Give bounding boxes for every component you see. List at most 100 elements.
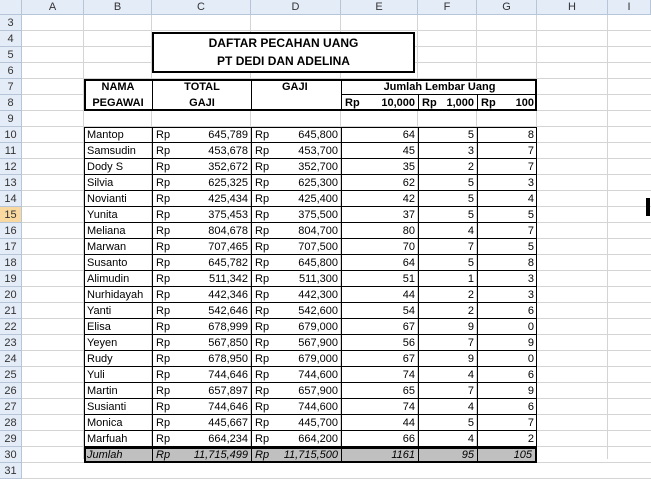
select-all-corner[interactable]: [0, 0, 22, 15]
split-bar[interactable]: [646, 198, 650, 216]
spreadsheet-grid[interactable]: ABCDEFGHI 3 4 5 6 7 8 9 10 11 12 13 14 15 16 17 18 19 20 2…: [0, 0, 651, 479]
total-gaji-value[interactable]: 442,346: [170, 287, 251, 303]
count-1000[interactable]: 3: [418, 143, 477, 159]
row-header-31[interactable]: 31: [0, 463, 22, 479]
gaji-rounded-value[interactable]: 453,700: [269, 143, 341, 159]
count-100[interactable]: 7: [477, 223, 537, 239]
total-gaji-value[interactable]: 645,782: [170, 255, 251, 271]
summary-gaji[interactable]: 11,715,500: [269, 448, 341, 462]
employee-name[interactable]: Alimudin: [84, 271, 152, 287]
total-gaji-value[interactable]: 678,950: [170, 351, 251, 367]
count-10000[interactable]: 80: [341, 223, 418, 239]
count-1000[interactable]: 7: [418, 239, 477, 255]
employee-name[interactable]: Silvia: [84, 175, 152, 191]
total-gaji-value[interactable]: 625,325: [170, 175, 251, 191]
count-10000[interactable]: 64: [341, 255, 418, 271]
count-10000[interactable]: 44: [341, 415, 418, 431]
count-100[interactable]: 8: [477, 127, 537, 143]
count-10000[interactable]: 62: [341, 175, 418, 191]
count-1000[interactable]: 5: [418, 175, 477, 191]
count-1000[interactable]: 7: [418, 335, 477, 351]
row-header-11[interactable]: 11: [0, 143, 22, 159]
employee-name[interactable]: Martin: [84, 383, 152, 399]
count-1000[interactable]: 5: [418, 255, 477, 271]
count-10000[interactable]: 44: [341, 287, 418, 303]
count-1000[interactable]: 5: [418, 415, 477, 431]
total-gaji-value[interactable]: 375,453: [170, 207, 251, 223]
employee-name[interactable]: Novianti: [84, 191, 152, 207]
column-header-b[interactable]: B: [84, 0, 152, 15]
total-gaji-value[interactable]: 744,646: [170, 367, 251, 383]
total-gaji-value[interactable]: 453,678: [170, 143, 251, 159]
count-100[interactable]: 6: [477, 367, 537, 383]
gaji-rounded-value[interactable]: 804,700: [269, 223, 341, 239]
row-header-9[interactable]: 9: [0, 111, 22, 127]
count-1000[interactable]: 4: [418, 367, 477, 383]
gaji-rounded-value[interactable]: 645,800: [269, 127, 341, 143]
column-header-g[interactable]: G: [477, 0, 537, 15]
count-100[interactable]: 5: [477, 207, 537, 223]
employee-name[interactable]: Yunita: [84, 207, 152, 223]
total-gaji-value[interactable]: 678,999: [170, 319, 251, 335]
count-10000[interactable]: 66: [341, 431, 418, 447]
gaji-rounded-value[interactable]: 679,000: [269, 319, 341, 335]
employee-name[interactable]: Yeyen: [84, 335, 152, 351]
row-header-3[interactable]: 3: [0, 15, 22, 31]
count-100[interactable]: 7: [477, 415, 537, 431]
row-header-16[interactable]: 16: [0, 223, 22, 239]
row-header-15[interactable]: 15: [0, 207, 22, 223]
employee-name[interactable]: Mantop: [84, 127, 152, 143]
employee-name[interactable]: Susanto: [84, 255, 152, 271]
count-1000[interactable]: 5: [418, 207, 477, 223]
gaji-rounded-value[interactable]: 352,700: [269, 159, 341, 175]
total-gaji-value[interactable]: 657,897: [170, 383, 251, 399]
gaji-rounded-value[interactable]: 567,900: [269, 335, 341, 351]
row-header-26[interactable]: 26: [0, 383, 22, 399]
count-1000[interactable]: 2: [418, 287, 477, 303]
gaji-rounded-value[interactable]: 645,800: [269, 255, 341, 271]
count-100[interactable]: 5: [477, 239, 537, 255]
row-header-24[interactable]: 24: [0, 351, 22, 367]
total-gaji-value[interactable]: 664,234: [170, 431, 251, 447]
count-10000[interactable]: 64: [341, 127, 418, 143]
total-gaji-value[interactable]: 567,850: [170, 335, 251, 351]
employee-name[interactable]: Samsudin: [84, 143, 152, 159]
employee-name[interactable]: Marwan: [84, 239, 152, 255]
column-header-d[interactable]: D: [251, 0, 341, 15]
total-gaji-value[interactable]: 425,434: [170, 191, 251, 207]
gaji-rounded-value[interactable]: 542,600: [269, 303, 341, 319]
count-10000[interactable]: 56: [341, 335, 418, 351]
count-10000[interactable]: 74: [341, 399, 418, 415]
count-1000[interactable]: 5: [418, 127, 477, 143]
employee-name[interactable]: Meliana: [84, 223, 152, 239]
employee-name[interactable]: Susianti: [84, 399, 152, 415]
count-100[interactable]: 9: [477, 383, 537, 399]
column-header-e[interactable]: E: [341, 0, 418, 15]
row-header-8[interactable]: 8: [0, 95, 22, 111]
column-header-a[interactable]: A: [22, 0, 84, 15]
count-1000[interactable]: 2: [418, 159, 477, 175]
total-gaji-value[interactable]: 352,672: [170, 159, 251, 175]
count-100[interactable]: 6: [477, 303, 537, 319]
summary-count-10000[interactable]: 1161: [341, 448, 418, 462]
count-100[interactable]: 3: [477, 175, 537, 191]
count-10000[interactable]: 70: [341, 239, 418, 255]
count-10000[interactable]: 37: [341, 207, 418, 223]
count-10000[interactable]: 67: [341, 351, 418, 367]
total-gaji-value[interactable]: 542,646: [170, 303, 251, 319]
row-header-21[interactable]: 21: [0, 303, 22, 319]
gaji-rounded-value[interactable]: 664,200: [269, 431, 341, 447]
column-header-h[interactable]: H: [537, 0, 608, 15]
total-gaji-value[interactable]: 707,465: [170, 239, 251, 255]
gaji-rounded-value[interactable]: 744,600: [269, 399, 341, 415]
total-gaji-value[interactable]: 511,342: [170, 271, 251, 287]
summary-total-gaji[interactable]: 11,715,499: [170, 448, 251, 462]
employee-name[interactable]: Dody S: [84, 159, 152, 175]
row-header-22[interactable]: 22: [0, 319, 22, 335]
count-10000[interactable]: 35: [341, 159, 418, 175]
column-header-c[interactable]: C: [152, 0, 251, 15]
row-header-23[interactable]: 23: [0, 335, 22, 351]
row-header-7[interactable]: 7: [0, 79, 22, 95]
count-1000[interactable]: 4: [418, 431, 477, 447]
total-gaji-value[interactable]: 744,646: [170, 399, 251, 415]
